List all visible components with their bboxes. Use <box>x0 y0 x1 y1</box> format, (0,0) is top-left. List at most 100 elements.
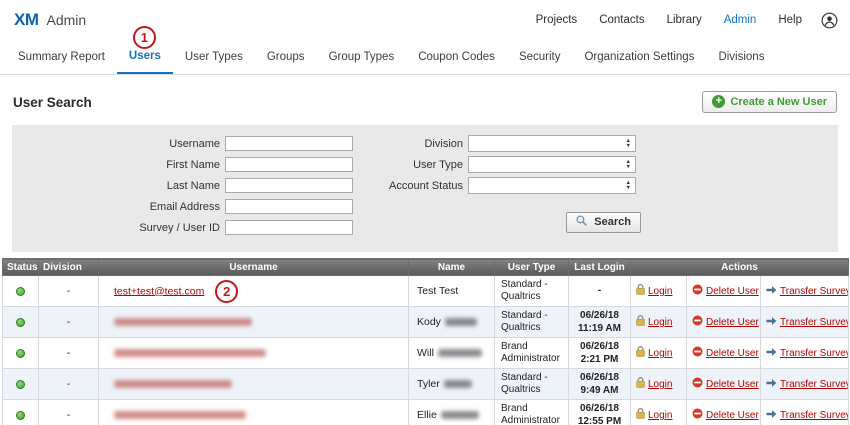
tab-summary-report[interactable]: Summary Report <box>6 40 117 74</box>
brand-logo[interactable]: XM Admin <box>14 10 86 30</box>
user-type-cell: Standard - Qualtrics <box>495 276 569 307</box>
redacted-name <box>438 349 482 357</box>
last-login-cell: 06/26/189:49 AM <box>569 369 631 400</box>
tab-divisions[interactable]: Divisions <box>706 40 776 74</box>
select-arrows-icon: ▲▼ <box>626 160 631 169</box>
redacted-name <box>444 380 472 388</box>
tab-security[interactable]: Security <box>507 40 573 74</box>
product-name: Admin <box>47 12 87 28</box>
username-input[interactable] <box>225 136 353 151</box>
last-login-cell: 06/26/1811:19 AM <box>569 307 631 338</box>
transfer-surveys-link[interactable]: Transfer Surveys <box>780 317 849 328</box>
delete-user-link[interactable]: Delete User <box>706 410 759 421</box>
transfer-surveys-link[interactable]: Transfer Surveys <box>780 379 849 390</box>
last-name-input[interactable] <box>225 178 353 193</box>
user-type-cell: Brand Administrator <box>495 400 569 425</box>
name-cell: Tyler <box>417 378 440 390</box>
name-cell: Test Test <box>409 276 495 307</box>
create-new-user-label: Create a New User <box>730 96 827 108</box>
tab-organization-settings[interactable]: Organization Settings <box>572 40 706 74</box>
delete-user-icon <box>692 377 703 391</box>
header-last-login: Last Login <box>569 259 631 276</box>
delete-user-icon <box>692 346 703 360</box>
username-link[interactable]: test+test@test.com <box>114 285 204 297</box>
admin-tab-bar: Summary Report Users 1 User Types Groups… <box>0 40 850 75</box>
delete-user-link[interactable]: Delete User <box>706 379 759 390</box>
search-form-left-column: Username First Name Last Name Email Addr… <box>70 135 353 240</box>
table-row: - Will Brand Administrator 06/26/182:21 … <box>3 338 849 369</box>
status-active-icon <box>16 380 25 389</box>
user-type-cell: Standard - Qualtrics <box>495 369 569 400</box>
header-name: Name <box>409 259 495 276</box>
redacted-username <box>114 349 266 357</box>
account-status-select[interactable]: ▲▼ <box>468 177 636 194</box>
lock-icon <box>636 284 645 298</box>
redacted-username <box>114 411 246 419</box>
nav-library[interactable]: Library <box>656 14 713 26</box>
tab-groups[interactable]: Groups <box>255 40 317 74</box>
login-link[interactable]: Login <box>648 379 672 390</box>
table-row: - Ellie Brand Administrator 06/26/1812:5… <box>3 400 849 425</box>
header-division: Division <box>39 259 99 276</box>
search-button-label: Search <box>594 216 631 228</box>
user-type-label: User Type <box>353 159 468 171</box>
division-cell: - <box>39 369 99 400</box>
division-cell: - <box>39 400 99 425</box>
name-cell: Kody <box>417 316 441 328</box>
table-row: - Tyler Standard - Qualtrics 06/26/189:4… <box>3 369 849 400</box>
transfer-arrow-icon <box>766 347 777 360</box>
login-link[interactable]: Login <box>648 410 672 421</box>
lock-icon <box>636 346 645 360</box>
account-status-label: Account Status <box>353 180 468 192</box>
login-link[interactable]: Login <box>648 317 672 328</box>
redacted-name <box>441 411 479 419</box>
header-user-type: User Type <box>495 259 569 276</box>
title-row: User Search + Create a New User <box>13 91 837 113</box>
header-username: Username <box>99 259 409 276</box>
magnifier-icon <box>576 215 587 229</box>
first-name-input[interactable] <box>225 157 353 172</box>
nav-admin[interactable]: Admin <box>713 14 768 26</box>
delete-user-icon <box>692 408 703 422</box>
survey-user-id-input[interactable] <box>225 220 353 235</box>
email-address-input[interactable] <box>225 199 353 214</box>
table-row: - Kody Standard - Qualtrics 06/26/1811:1… <box>3 307 849 338</box>
nav-help[interactable]: Help <box>767 14 813 26</box>
create-new-user-button[interactable]: + Create a New User <box>702 91 837 113</box>
transfer-surveys-link[interactable]: Transfer Surveys <box>780 410 849 421</box>
delete-user-link[interactable]: Delete User <box>706 317 759 328</box>
name-cell: Will <box>417 347 434 359</box>
user-type-select[interactable]: ▲▼ <box>468 156 636 173</box>
nav-contacts[interactable]: Contacts <box>588 14 655 26</box>
transfer-surveys-link[interactable]: Transfer Surveys <box>780 348 849 359</box>
annotation-step-2: 2 <box>215 280 238 303</box>
tab-user-types[interactable]: User Types <box>173 40 255 74</box>
last-login-cell: 06/26/1812:55 PM <box>569 400 631 425</box>
delete-user-link[interactable]: Delete User <box>706 286 759 297</box>
tab-users-label: Users <box>129 50 161 62</box>
search-button[interactable]: Search <box>566 212 641 233</box>
division-select[interactable]: ▲▼ <box>468 135 636 152</box>
delete-user-link[interactable]: Delete User <box>706 348 759 359</box>
tab-coupon-codes[interactable]: Coupon Codes <box>406 40 507 74</box>
login-link[interactable]: Login <box>648 348 672 359</box>
header-status: Status <box>3 259 39 276</box>
lock-icon <box>636 315 645 329</box>
login-link[interactable]: Login <box>648 286 672 297</box>
account-avatar-icon[interactable] <box>821 12 838 29</box>
redacted-username <box>114 380 232 388</box>
transfer-surveys-link[interactable]: Transfer Surveys <box>780 286 849 297</box>
nav-projects[interactable]: Projects <box>525 14 589 26</box>
tab-users[interactable]: Users 1 <box>117 40 173 74</box>
transfer-arrow-icon <box>766 285 777 298</box>
lock-icon <box>636 377 645 391</box>
redacted-username <box>114 318 252 326</box>
transfer-arrow-icon <box>766 378 777 391</box>
tab-group-types[interactable]: Group Types <box>317 40 407 74</box>
search-form-right-column: Division ▲▼ User Type ▲▼ Account Status … <box>353 135 641 233</box>
xm-logo: XM <box>14 10 39 30</box>
select-arrows-icon: ▲▼ <box>626 181 631 190</box>
delete-user-icon <box>692 315 703 329</box>
annotation-step-1: 1 <box>133 26 156 49</box>
status-active-icon <box>16 411 25 420</box>
